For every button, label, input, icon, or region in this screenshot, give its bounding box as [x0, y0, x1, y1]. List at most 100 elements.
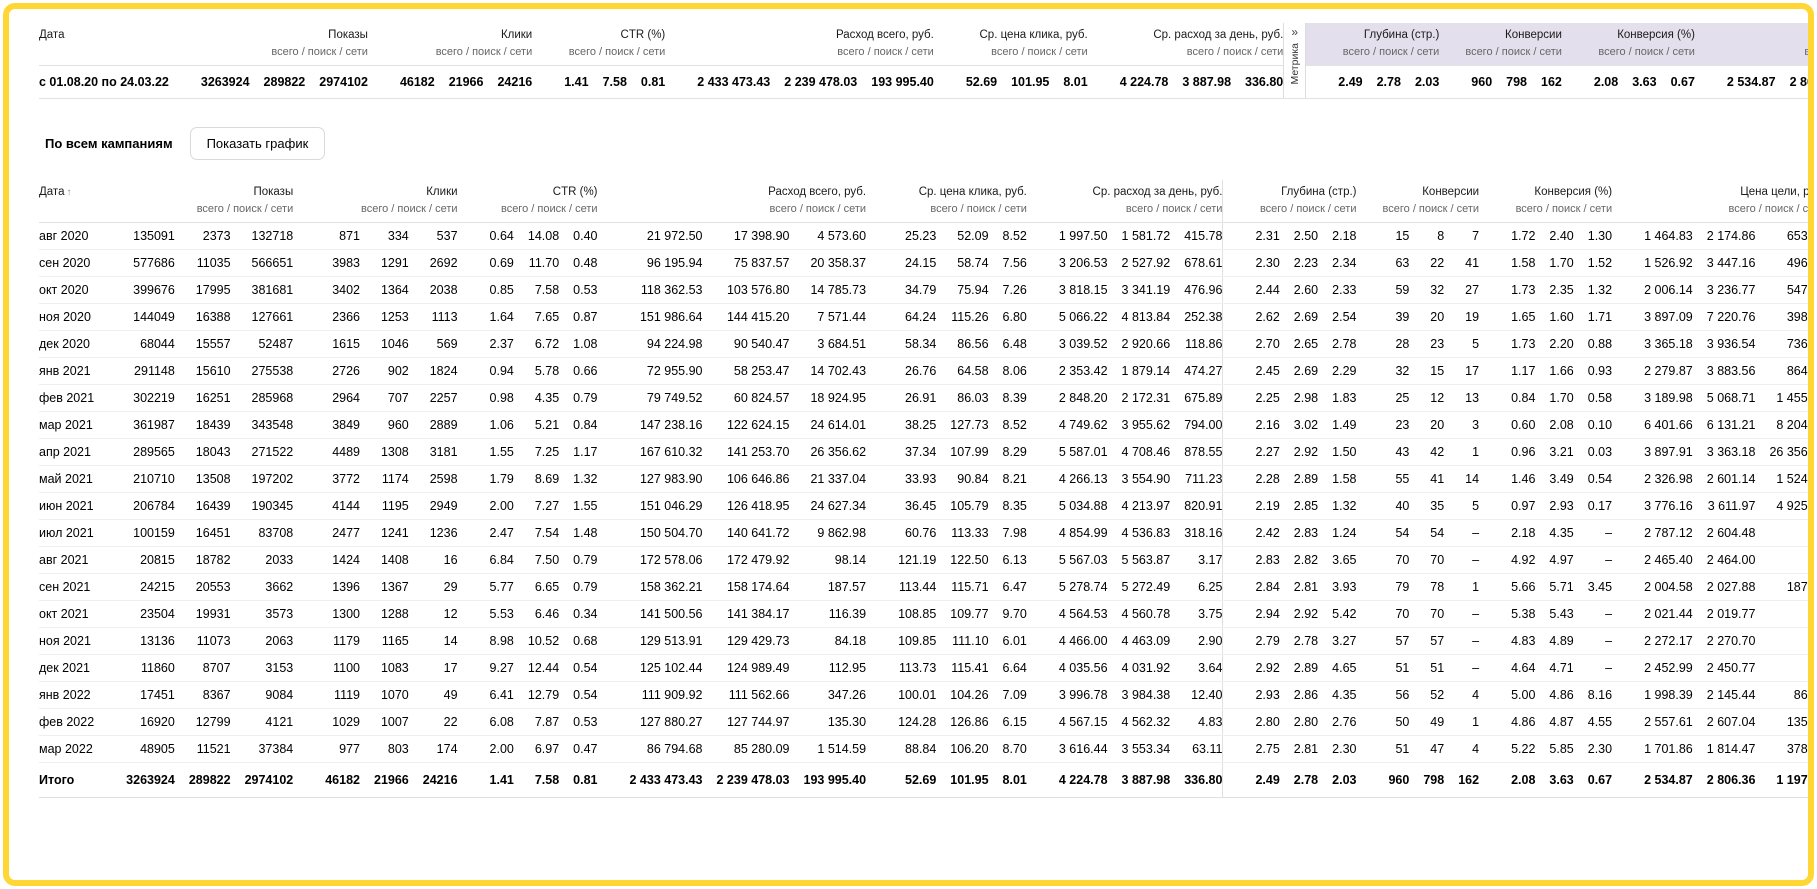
metric-cell: 4489	[293, 439, 360, 466]
table-row: фев 20221692012799412110291007226.087.87…	[39, 709, 1814, 736]
metric-cell: 8367	[175, 682, 231, 709]
metric-cell: 4 854.99	[1027, 520, 1108, 547]
metric-cell: 10.52	[514, 628, 559, 655]
metric-cell: 2.50	[1280, 223, 1318, 250]
metric-cell: 24 627.34	[790, 493, 867, 520]
metric-cell: 167 610.32	[598, 439, 703, 466]
metric-cell: 106 646.86	[703, 466, 790, 493]
metric-cell: 101.95	[997, 66, 1049, 99]
date-column-header[interactable]: Дата↑	[39, 180, 94, 223]
metric-cell: 1.58	[1318, 466, 1356, 493]
metric-cell: 1.17	[1479, 358, 1535, 385]
metric-cell: 0.84	[1479, 385, 1535, 412]
metric-cell: 2.33	[1318, 277, 1356, 304]
metric-cell: 2.30	[1318, 736, 1356, 763]
metric-cell: 1.64	[458, 304, 514, 331]
metric-cell: 8	[1409, 223, 1444, 250]
metric-cell: 78	[1409, 574, 1444, 601]
metric-cell: 4.64	[1479, 655, 1535, 682]
metric-cell: 84.18	[790, 628, 867, 655]
metric-cell: 37384	[231, 736, 294, 763]
metric-cell: 1174	[360, 466, 409, 493]
metric-cell: 2.31	[1223, 223, 1280, 250]
metric-cell: 334	[360, 223, 409, 250]
metric-cell: 1.70	[1535, 250, 1573, 277]
table-row: июн 2021206784164391903454144119529492.0…	[39, 493, 1814, 520]
metric-cell: –	[1444, 547, 1479, 574]
metric-cell: 86.56	[936, 331, 988, 358]
metric-cell: 94 224.98	[598, 331, 703, 358]
column-group-avg-cpc[interactable]: Ср. цена клика, руб.всего / поиск / сети	[866, 180, 1027, 223]
metric-cell: 70	[1356, 547, 1409, 574]
metric-cell: 4 560.78	[1108, 601, 1171, 628]
column-group-conversions[interactable]: Конверсиивсего / поиск / сети	[1356, 180, 1479, 223]
metric-cell: 1253	[360, 304, 409, 331]
metric-cell: 2.40	[1535, 223, 1573, 250]
metric-cell: 16920	[94, 709, 175, 736]
metric-cell: 2 920.66	[1108, 331, 1171, 358]
metric-cell: 4 463.09	[1108, 628, 1171, 655]
column-group-clicks[interactable]: Кликивсего / поиск / сети	[293, 180, 457, 223]
metric-cell: 187.57	[790, 574, 867, 601]
metric-cell: 1.65	[1479, 304, 1535, 331]
metric-cell: 1.72	[1479, 223, 1535, 250]
metric-cell: 4 031.92	[1108, 655, 1171, 682]
metric-cell: 127.73	[936, 412, 988, 439]
column-group-goal-cost[interactable]: Цена цели, руб.всего / поиск / сети	[1612, 180, 1814, 223]
column-group-total-cost[interactable]: Расход всего, руб.всего / поиск / сети	[598, 180, 867, 223]
metrika-panel-toggle[interactable]: »Метрика	[1284, 23, 1306, 99]
metric-cell: 7.09	[989, 682, 1027, 709]
metric-cell: 132718	[231, 223, 294, 250]
metric-cell: 23504	[94, 601, 175, 628]
row-date: окт 2021	[39, 601, 94, 628]
column-group-conversion-rate[interactable]: Конверсия (%)всего / поиск / сети	[1479, 180, 1612, 223]
metric-cell: 1.55	[559, 493, 597, 520]
metric-cell: 5 587.01	[1027, 439, 1108, 466]
column-group-ctr[interactable]: CTR (%)всего / поиск / сети	[458, 180, 598, 223]
metric-cell: 6.08	[458, 709, 514, 736]
metric-cell: 111 562.66	[703, 682, 790, 709]
metric-cell: 2726	[293, 358, 360, 385]
table-row: ноя 2020144049163881276612366125311131.6…	[39, 304, 1814, 331]
metric-cell: 115.26	[936, 304, 988, 331]
metric-cell: 20 358.37	[790, 250, 867, 277]
metric-cell: 18 924.95	[790, 385, 867, 412]
show-chart-button[interactable]: Показать график	[190, 127, 326, 160]
metric-cell: 4 466.00	[1027, 628, 1108, 655]
metric-cell: 125 102.44	[598, 655, 703, 682]
metric-cell: 4 749.62	[1027, 412, 1108, 439]
metric-cell: 6.80	[989, 304, 1027, 331]
column-group-depth[interactable]: Глубина (стр.)всего / поиск / сети	[1223, 180, 1357, 223]
metric-cell: 1.71	[1574, 304, 1612, 331]
metric-cell: 23	[1356, 412, 1409, 439]
metric-cell: 113.33	[936, 520, 988, 547]
metric-cell: 26.76	[866, 358, 936, 385]
table-row: май 2021210710135081972023772117425981.7…	[39, 466, 1814, 493]
metric-cell: 1300	[293, 601, 360, 628]
metric-cell: 3 365.18	[1612, 331, 1693, 358]
metric-cell: 3 206.53	[1027, 250, 1108, 277]
metric-cell: 49	[1409, 709, 1444, 736]
column-group-impressions[interactable]: Показывсего / поиск / сети	[94, 180, 293, 223]
metric-cell: 9.27	[458, 655, 514, 682]
metric-cell: 5.78	[514, 358, 559, 385]
column-group-avg-daily-cost[interactable]: Ср. расход за день, руб.всего / поиск / …	[1027, 180, 1223, 223]
metric-cell: 7.65	[514, 304, 559, 331]
metric-cell: 5.53	[458, 601, 514, 628]
row-date: окт 2020	[39, 277, 94, 304]
metric-cell: 90 540.47	[703, 331, 790, 358]
metric-cell: 18782	[175, 547, 231, 574]
metric-cell: 108.85	[866, 601, 936, 628]
metric-cell: 415.78	[1170, 223, 1223, 250]
column-group-label: Глубина (стр.)	[1249, 185, 1356, 200]
metric-cell: 1241	[360, 520, 409, 547]
metric-cell: 4 213.97	[1108, 493, 1171, 520]
metric-cell: 2.27	[1223, 439, 1280, 466]
metric-cell: –	[1574, 628, 1612, 655]
metric-cell: –	[1574, 547, 1612, 574]
metric-cell: 6.84	[458, 547, 514, 574]
metric-cell: 127661	[231, 304, 294, 331]
metric-cell: 0.54	[559, 682, 597, 709]
metric-cell: 2 433 473.43	[665, 66, 770, 99]
metric-cell: 18043	[175, 439, 231, 466]
